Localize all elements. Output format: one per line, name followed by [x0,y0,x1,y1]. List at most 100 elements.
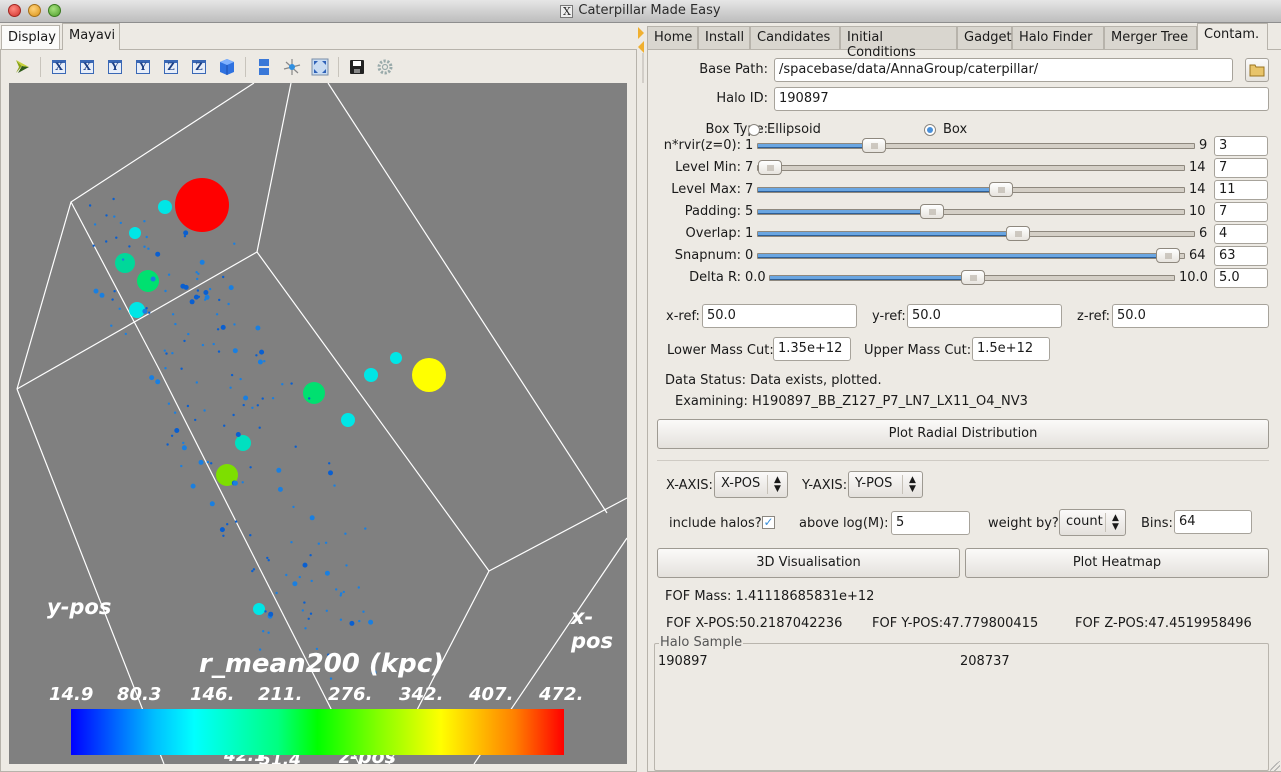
resize-grip[interactable] [1270,761,1280,771]
settings-icon[interactable] [371,56,399,78]
tab-home[interactable]: Home [647,26,698,50]
toolbar-separator [40,57,41,77]
y-ref-input[interactable]: 50.0 [907,304,1062,328]
view-x-minus-icon[interactable]: X [73,56,101,78]
tab-mayavi[interactable]: Mayavi [62,23,120,50]
halo-point [302,562,308,568]
halo-point [183,230,189,236]
slider-value-input[interactable]: 63 [1214,246,1268,266]
full-screen-icon[interactable] [306,56,334,78]
view-y-plus-icon[interactable]: Y [101,56,129,78]
slider-value-input[interactable]: 3 [1214,136,1268,156]
halo-id-input[interactable]: 190897 [774,87,1269,111]
halo-point [357,586,360,589]
halo-point [261,397,264,400]
slider-track[interactable] [757,204,1185,219]
plot-radial-distribution-button[interactable]: Plot Radial Distribution [657,419,1269,449]
splitter-arrows-icon [638,27,644,772]
halo-sample-item[interactable]: 208737 [960,654,1010,669]
tab-display[interactable]: Display [1,25,60,50]
axes-indicator-icon[interactable] [278,56,306,78]
slider-value-input[interactable]: 11 [1214,180,1268,200]
halo-point [93,288,99,294]
slider-handle[interactable] [961,270,985,285]
slider-value-input[interactable]: 7 [1214,202,1268,222]
weight-by-select[interactable]: count ▲ ▼ [1059,509,1126,536]
tab-contam[interactable]: Contam. [1197,23,1268,50]
halo-point [180,367,183,370]
halo-point [263,360,266,363]
halo-point [197,272,200,275]
halo-point [275,591,278,595]
tab-halo-finder[interactable]: Halo Finder [1012,26,1104,50]
view-z-plus-icon[interactable]: Z [157,56,185,78]
halo-point [173,411,177,414]
ellipsoid-radio[interactable] [748,124,760,136]
plot-heatmap-button[interactable]: Plot Heatmap [965,548,1269,578]
tab-install[interactable]: Install [698,26,750,50]
isometric-view-icon[interactable] [213,56,241,78]
slider-value-input[interactable]: 7 [1214,158,1268,178]
slider-handle[interactable] [861,138,886,153]
pane-splitter[interactable] [637,23,647,772]
slider-min-label: 7 [745,182,754,197]
x-axis-select[interactable]: X-POS ▲ ▼ [714,471,788,498]
slider-track[interactable] [757,138,1195,153]
halo-point [149,375,155,381]
tab-initial-conditions[interactable]: Initial Conditions [840,26,957,60]
slider-track[interactable] [769,270,1175,285]
parallel-projection-icon[interactable] [250,56,278,78]
halo-point [164,367,167,370]
y-axis-select[interactable]: Y-POS ▲ ▼ [848,471,923,498]
halo-point [124,332,128,336]
view-z-minus-icon[interactable]: Z [185,56,213,78]
box-radio[interactable] [924,124,936,136]
mayavi-engine-icon[interactable] [8,56,36,78]
above-logm-label: above log(M): [799,516,889,531]
view-x-plus-icon[interactable]: X [45,56,73,78]
halo-point [110,324,113,327]
halo-point [190,483,196,489]
halo-point [267,631,270,634]
3d-visualisation-button[interactable]: 3D Visualisation [657,548,960,578]
slider-handle[interactable] [988,182,1013,197]
halo-point [187,332,190,336]
halo-point [259,349,265,355]
tab-merger-tree[interactable]: Merger Tree [1104,26,1197,50]
halo-point [310,579,313,583]
lower-mass-cut-input[interactable]: 1.35e+12 [773,337,851,361]
halo-point [328,470,333,476]
slider-track[interactable] [757,182,1185,197]
save-icon[interactable] [343,56,371,78]
slider-track[interactable] [757,226,1195,241]
slider-label: Level Max: [671,182,741,197]
examining-text: Examining: H190897_BB_Z127_P7_LN7_LX11_O… [675,394,1028,409]
above-logm-input[interactable]: 5 [891,511,970,535]
tab-candidates[interactable]: Candidates [750,26,840,50]
halo-point [217,350,221,353]
slider-handle[interactable] [919,204,944,219]
x-ref-input[interactable]: 50.0 [702,304,857,328]
bins-input[interactable]: 64 [1174,510,1252,534]
view-y-minus-icon[interactable]: Y [129,56,157,78]
slider-value-input[interactable]: 5.0 [1214,268,1268,288]
include-halos-checkbox[interactable]: ✓ [762,516,775,529]
slider-track[interactable] [757,248,1185,263]
slider-value-input[interactable]: 4 [1214,224,1268,244]
z-ref-input[interactable]: 50.0 [1112,304,1269,328]
slider-handle[interactable] [1006,226,1031,241]
base-path-input[interactable]: /spacebase/data/AnnaGroup/caterpillar/ [774,58,1233,82]
mayavi-3d-scene[interactable]: y-pos x-pos z-pos 42.1 51.4 r_mean200 (k… [9,83,627,764]
browse-folder-button[interactable] [1245,58,1269,82]
tab-gadget[interactable]: Gadget [957,26,1012,50]
upper-mass-cut-input[interactable]: 1.5e+12 [972,337,1050,361]
slider-track[interactable] [757,160,1185,175]
slider-handle[interactable] [758,160,782,175]
halo-sphere [129,227,141,239]
slider-max-label: 14 [1189,182,1206,197]
x-axis-select-value: X-POS [721,476,761,491]
slider-handle[interactable] [1155,248,1180,263]
halo-point [362,610,365,613]
halo-point [113,290,116,293]
halo-sample-item[interactable]: 190897 [658,654,708,669]
